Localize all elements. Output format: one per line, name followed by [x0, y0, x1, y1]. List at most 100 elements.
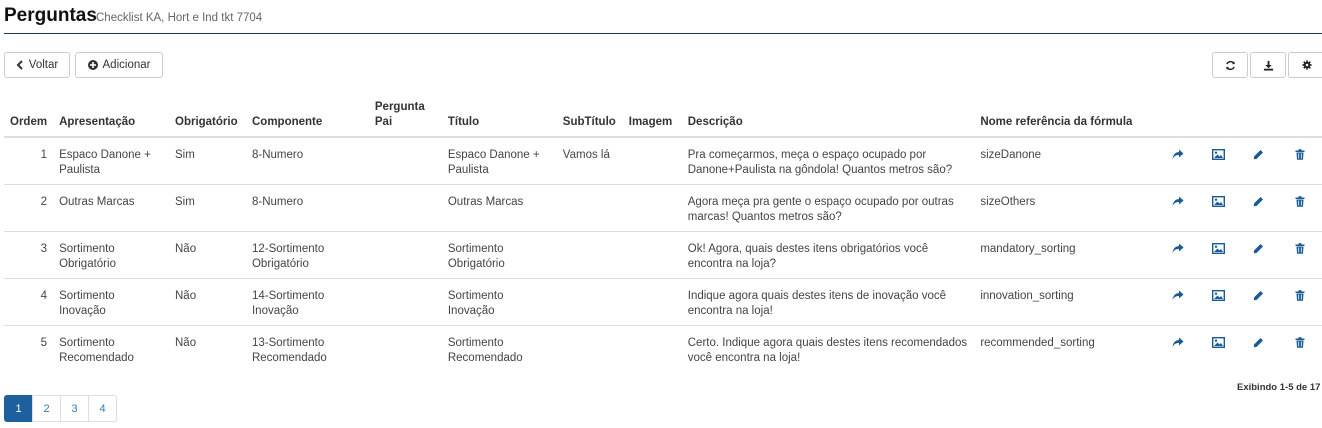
page-link-2[interactable]: 2 [32, 395, 61, 422]
col-apresentacao[interactable]: Apresentação [53, 92, 169, 138]
cell-imagem [622, 184, 682, 232]
share-button[interactable] [1158, 231, 1199, 279]
trash-icon [1295, 149, 1305, 161]
image-button[interactable] [1198, 231, 1239, 279]
cell-nome-referencia: innovation_sorting [974, 278, 1159, 326]
col-componente[interactable]: Componente [245, 92, 369, 138]
back-button-label: Voltar [28, 59, 59, 71]
table-row: 1 Espaco Danone + Paulista Sim 8-Numero Espa… [4, 137, 1322, 185]
trash-icon [1295, 337, 1305, 349]
cell-imagem [622, 231, 682, 279]
table-row: 2 Outras Marcas Sim 8-Numero Outras Marcas Ag… [4, 184, 1322, 232]
cell-subtitulo [556, 184, 623, 232]
image-button[interactable] [1198, 184, 1239, 232]
cell-subtitulo [556, 325, 623, 372]
delete-button[interactable] [1279, 137, 1322, 185]
image-button[interactable] [1198, 137, 1238, 185]
cell-componente: 8-Numero [251, 149, 304, 161]
share-icon [1172, 243, 1184, 255]
showing-count: Exibindo 1-5 de 17 [1237, 382, 1321, 393]
col-action-edit [1238, 92, 1279, 138]
cell-ordem: 1 [40, 149, 48, 161]
cell-apresentacao: Sortimento Inovação [53, 278, 169, 326]
cell-componente: 8-Numero [245, 184, 369, 232]
cell-apresentacao: Sortimento Obrigatório [53, 231, 169, 279]
cell-subtitulo: Vamos lá [562, 149, 610, 161]
plus-circle-icon [87, 60, 98, 70]
col-ordem[interactable]: Ordem [4, 92, 54, 138]
pencil-icon [1253, 290, 1264, 302]
share-button[interactable] [1158, 278, 1199, 326]
pencil-icon [1253, 149, 1264, 161]
share-button[interactable] [1158, 325, 1199, 372]
image-icon [1211, 337, 1225, 349]
col-obrigatorio[interactable]: Obrigatório [169, 92, 246, 138]
share-button[interactable] [1158, 137, 1198, 185]
cell-subtitulo [556, 278, 623, 326]
back-button[interactable]: Voltar [4, 52, 70, 78]
cell-descricao: Pra começarmos, meça o espaço ocupado po… [687, 149, 953, 176]
cell-apresentacao: Espaco Danone + Paulista [59, 149, 151, 176]
edit-button[interactable] [1238, 137, 1279, 185]
cell-ordem: 2 [4, 184, 54, 232]
col-titulo[interactable]: Título [441, 92, 557, 138]
delete-button[interactable] [1278, 231, 1322, 279]
image-button[interactable] [1198, 278, 1239, 326]
cell-nome-referencia: mandatory_sorting [974, 231, 1159, 279]
edit-button[interactable] [1238, 278, 1279, 326]
col-pergunta-pai[interactable]: Pergunta Pai [368, 92, 442, 138]
pencil-icon [1253, 337, 1264, 349]
cell-titulo: Outras Marcas [441, 184, 557, 232]
page-subtitle: Checklist KA, Hort e Ind tkt 7704 [96, 12, 263, 24]
col-descricao[interactable]: Descrição [681, 92, 975, 138]
cell-descricao: Certo. Indique agora quais destes itens … [681, 325, 975, 372]
image-icon [1211, 149, 1225, 161]
cell-titulo: Sortimento Inovação [441, 278, 557, 326]
cell-imagem [622, 325, 682, 372]
table-header-row: Ordem Apresentação Obrigatório Component… [4, 92, 1322, 138]
trash-icon [1295, 196, 1305, 208]
page-title: Perguntas [4, 5, 97, 26]
delete-button[interactable] [1278, 278, 1322, 326]
cell-ordem: 5 [4, 325, 54, 372]
col-subtitulo[interactable]: SubTítulo [556, 92, 623, 138]
edit-button[interactable] [1238, 184, 1279, 232]
cell-pergunta-pai [369, 137, 442, 185]
cell-obrigatorio: Sim [175, 149, 195, 161]
col-nome-referencia[interactable]: Nome referência da fórmula [974, 92, 1159, 138]
settings-button[interactable] [1288, 52, 1322, 78]
cell-imagem [622, 278, 682, 326]
cell-componente: 12-Sortimento Obrigatório [245, 231, 369, 279]
pagination: 1234 [4, 395, 117, 422]
cell-titulo: Sortimento Recomendado [441, 325, 557, 372]
table-row: 5 Sortimento Recomendado Não 13-Sortimento … [4, 325, 1322, 372]
image-icon [1211, 196, 1225, 208]
page-link-1[interactable]: 1 [4, 395, 33, 422]
page-link-4[interactable]: 4 [88, 395, 117, 422]
cell-obrigatorio: Não [169, 325, 246, 372]
cell-ordem: 3 [4, 231, 54, 279]
cell-pergunta-pai [368, 325, 442, 372]
refresh-button[interactable] [1212, 52, 1248, 78]
image-button[interactable] [1198, 325, 1239, 372]
cell-subtitulo [556, 231, 623, 279]
delete-button[interactable] [1278, 325, 1322, 372]
delete-button[interactable] [1278, 184, 1322, 232]
col-imagem[interactable]: Imagem [622, 92, 682, 138]
cell-descricao: Ok! Agora, quais destes itens obrigatóri… [681, 231, 975, 279]
pencil-icon [1253, 196, 1264, 208]
page-link-3[interactable]: 3 [60, 395, 89, 422]
edit-button[interactable] [1238, 325, 1279, 372]
image-icon [1211, 290, 1225, 302]
questions-table: Ordem Apresentação Obrigatório Component… [4, 92, 1322, 372]
share-icon [1172, 337, 1184, 349]
cell-ordem: 4 [4, 278, 54, 326]
edit-button[interactable] [1238, 231, 1279, 279]
cell-apresentacao: Sortimento Recomendado [53, 325, 169, 372]
share-button[interactable] [1158, 184, 1199, 232]
cell-titulo: Sortimento Obrigatório [441, 231, 557, 279]
add-button[interactable]: Adicionar [75, 52, 163, 78]
download-button[interactable] [1250, 52, 1286, 78]
cell-pergunta-pai [368, 231, 442, 279]
cell-descricao: Indique agora quais destes itens de inov… [681, 278, 975, 326]
